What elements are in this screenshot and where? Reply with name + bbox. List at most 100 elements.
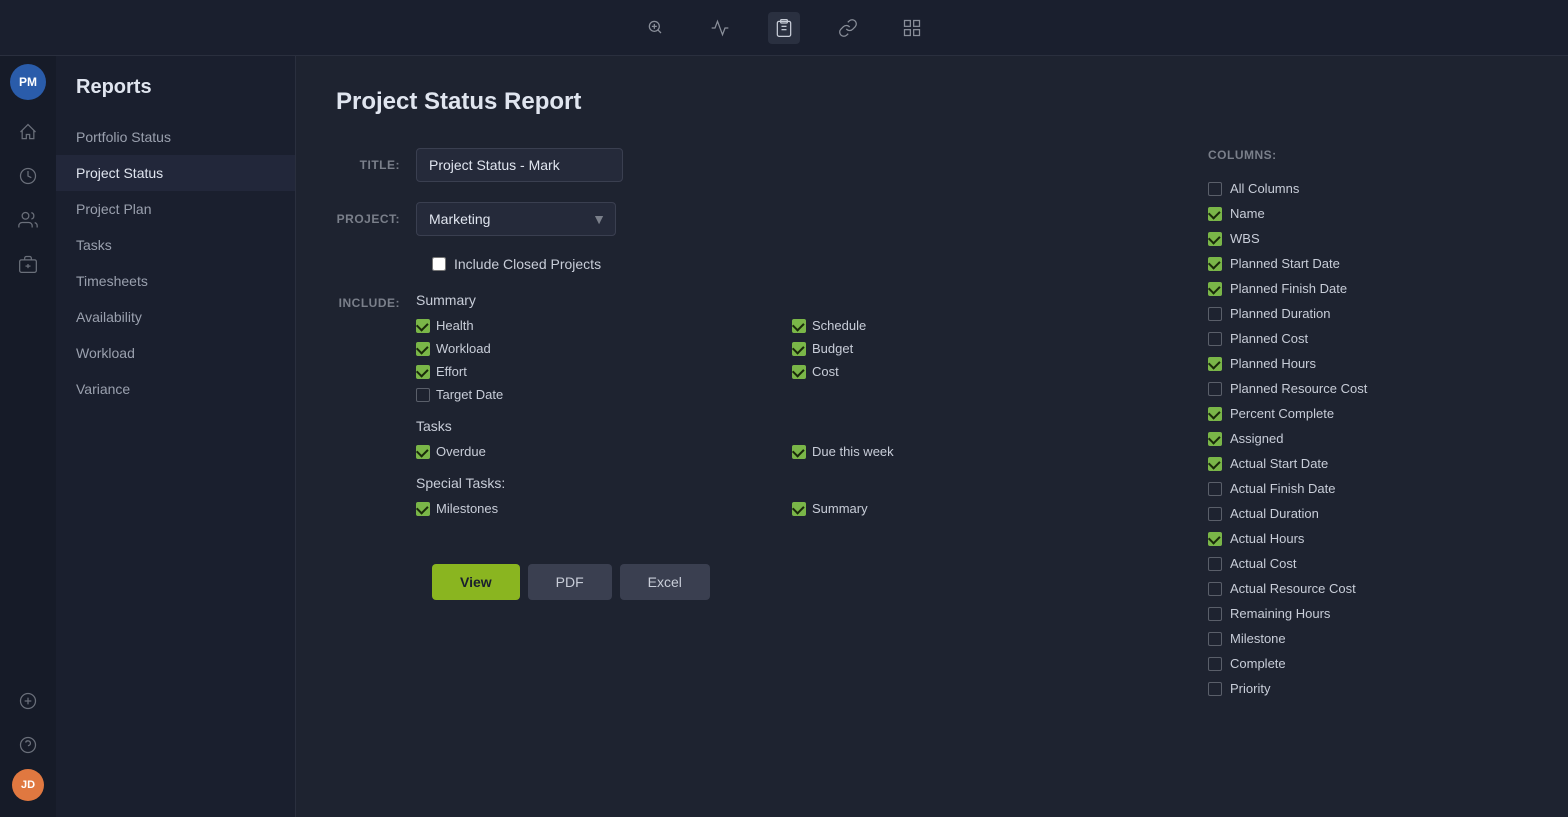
- target-date-checkbox[interactable]: [416, 388, 430, 402]
- all-columns-checkbox[interactable]: [1208, 182, 1222, 196]
- actual-finish-checkbox[interactable]: [1208, 482, 1222, 496]
- col-planned-start-date: Planned Start Date: [1208, 251, 1520, 276]
- history-nav-icon[interactable]: [8, 156, 48, 196]
- actual-duration-checkbox[interactable]: [1208, 507, 1222, 521]
- col-planned-cost: Planned Cost: [1208, 326, 1520, 351]
- check-target-date: Target Date: [416, 387, 772, 402]
- col-percent-complete: Percent Complete: [1208, 401, 1520, 426]
- planned-hours-checkbox[interactable]: [1208, 357, 1222, 371]
- columns-scroll[interactable]: All Columns Name WBS Planned Start Date: [1208, 176, 1528, 696]
- view-button[interactable]: View: [432, 564, 520, 600]
- all-columns-label: All Columns: [1230, 181, 1299, 196]
- search-zoom-icon[interactable]: [640, 12, 672, 44]
- col-planned-finish-date: Planned Finish Date: [1208, 276, 1520, 301]
- priority-checkbox[interactable]: [1208, 682, 1222, 696]
- due-this-week-checkbox-icon[interactable]: [792, 445, 806, 459]
- main-layout: PM: [0, 56, 1568, 817]
- actual-resource-cost-checkbox[interactable]: [1208, 582, 1222, 596]
- col-planned-duration: Planned Duration: [1208, 301, 1520, 326]
- col-actual-hours: Actual Hours: [1208, 526, 1520, 551]
- sidebar-title: Reports: [56, 76, 295, 119]
- sidebar-item-variance[interactable]: Variance: [56, 371, 295, 407]
- actual-cost-checkbox[interactable]: [1208, 557, 1222, 571]
- include-closed-row: Include Closed Projects: [432, 256, 1148, 272]
- users-nav-icon[interactable]: [8, 200, 48, 240]
- col-actual-finish-date: Actual Finish Date: [1208, 476, 1520, 501]
- percent-complete-checkbox[interactable]: [1208, 407, 1222, 421]
- cost-checkbox-icon[interactable]: [792, 365, 806, 379]
- actual-duration-label: Actual Duration: [1230, 506, 1319, 521]
- check-effort: Effort: [416, 364, 772, 379]
- remaining-hours-checkbox[interactable]: [1208, 607, 1222, 621]
- summary-tasks-checkbox-icon[interactable]: [792, 502, 806, 516]
- sidebar-item-project-status[interactable]: Project Status: [56, 155, 295, 191]
- budget-label: Budget: [812, 341, 853, 356]
- excel-button[interactable]: Excel: [620, 564, 710, 600]
- sidebar-item-timesheets[interactable]: Timesheets: [56, 263, 295, 299]
- home-nav-icon[interactable]: [8, 112, 48, 152]
- col-planned-resource-cost: Planned Resource Cost: [1208, 376, 1520, 401]
- include-closed-checkbox[interactable]: [432, 257, 446, 271]
- sidebar-item-workload[interactable]: Workload: [56, 335, 295, 371]
- complete-checkbox[interactable]: [1208, 657, 1222, 671]
- planned-resource-cost-checkbox[interactable]: [1208, 382, 1222, 396]
- project-select[interactable]: Marketing Development Design Sales: [416, 202, 616, 236]
- planned-duration-checkbox[interactable]: [1208, 307, 1222, 321]
- health-checkbox-icon[interactable]: [416, 319, 430, 333]
- link-icon[interactable]: [832, 12, 864, 44]
- milestones-checkbox-icon[interactable]: [416, 502, 430, 516]
- pdf-button[interactable]: PDF: [528, 564, 612, 600]
- milestones-label: Milestones: [436, 501, 498, 516]
- sidebar-item-portfolio-status[interactable]: Portfolio Status: [56, 119, 295, 155]
- layout-icon[interactable]: [896, 12, 928, 44]
- activity-icon[interactable]: [704, 12, 736, 44]
- wbs-checkbox[interactable]: [1208, 232, 1222, 246]
- assigned-label: Assigned: [1230, 431, 1283, 446]
- col-planned-hours: Planned Hours: [1208, 351, 1520, 376]
- name-checkbox[interactable]: [1208, 207, 1222, 221]
- clipboard-icon[interactable]: [768, 12, 800, 44]
- help-nav-icon[interactable]: [8, 725, 48, 765]
- check-milestones: Milestones: [416, 501, 772, 516]
- planned-finish-checkbox[interactable]: [1208, 282, 1222, 296]
- col-assigned: Assigned: [1208, 426, 1520, 451]
- overdue-checkbox-icon[interactable]: [416, 445, 430, 459]
- priority-label: Priority: [1230, 681, 1270, 696]
- planned-start-checkbox[interactable]: [1208, 257, 1222, 271]
- check-health: Health: [416, 318, 772, 333]
- milestone-checkbox[interactable]: [1208, 632, 1222, 646]
- form-left: TITLE: PROJECT: Marketing Development De…: [336, 148, 1148, 600]
- user-avatar[interactable]: JD: [12, 769, 44, 801]
- sidebar-item-availability[interactable]: Availability: [56, 299, 295, 335]
- workload-checkbox-icon[interactable]: [416, 342, 430, 356]
- schedule-checkbox-icon[interactable]: [792, 319, 806, 333]
- col-complete: Complete: [1208, 651, 1520, 676]
- planned-cost-label: Planned Cost: [1230, 331, 1308, 346]
- budget-checkbox-icon[interactable]: [792, 342, 806, 356]
- planned-cost-checkbox[interactable]: [1208, 332, 1222, 346]
- col-milestone: Milestone: [1208, 626, 1520, 651]
- app-logo[interactable]: PM: [10, 64, 46, 100]
- planned-resource-cost-label: Planned Resource Cost: [1230, 381, 1367, 396]
- include-section: INCLUDE: Summary Health Schedule: [336, 292, 1148, 532]
- columns-label: COLUMNS:: [1208, 148, 1528, 162]
- title-input[interactable]: [416, 148, 623, 182]
- assigned-checkbox[interactable]: [1208, 432, 1222, 446]
- project-select-wrapper: Marketing Development Design Sales ▼: [416, 202, 616, 236]
- project-label: PROJECT:: [336, 212, 416, 226]
- add-nav-icon[interactable]: [8, 681, 48, 721]
- summary-checkboxes: Health Schedule Workload: [416, 318, 1148, 402]
- summary-title: Summary: [416, 292, 1148, 308]
- title-label: TITLE:: [336, 158, 416, 172]
- actual-hours-checkbox[interactable]: [1208, 532, 1222, 546]
- actual-start-checkbox[interactable]: [1208, 457, 1222, 471]
- sidebar-item-project-plan[interactable]: Project Plan: [56, 191, 295, 227]
- reports-sidebar: Reports Portfolio Status Project Status …: [56, 56, 296, 817]
- briefcase-nav-icon[interactable]: [8, 244, 48, 284]
- effort-checkbox-icon[interactable]: [416, 365, 430, 379]
- col-all-columns: All Columns: [1208, 176, 1520, 201]
- sidebar-item-tasks[interactable]: Tasks: [56, 227, 295, 263]
- tasks-checkboxes: Overdue Due this week: [416, 444, 1148, 459]
- col-priority: Priority: [1208, 676, 1520, 696]
- form-grid: TITLE: PROJECT: Marketing Development De…: [336, 148, 1528, 696]
